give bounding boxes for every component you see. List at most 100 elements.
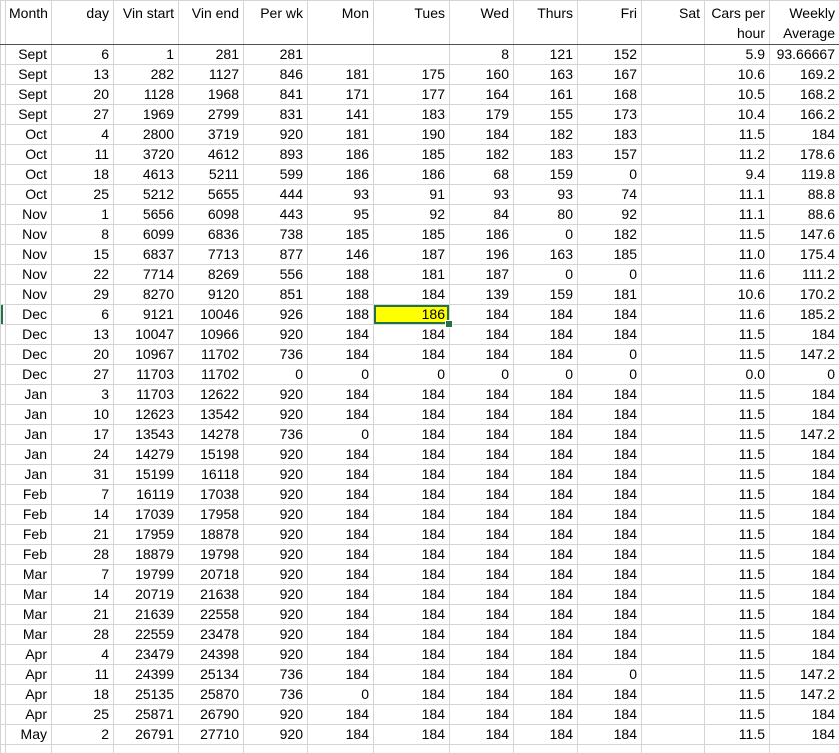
cell[interactable]: 184 xyxy=(450,305,514,325)
cell[interactable]: Jan xyxy=(6,385,52,405)
cell[interactable]: 184 xyxy=(514,685,578,705)
cell[interactable]: 27 xyxy=(52,105,114,125)
cell[interactable] xyxy=(642,725,705,745)
cell[interactable]: 184 xyxy=(514,485,578,505)
cell[interactable]: 74 xyxy=(578,185,642,205)
cell[interactable]: 920 xyxy=(244,585,308,605)
cell[interactable]: 25 xyxy=(52,705,114,725)
cell[interactable]: 184 xyxy=(770,525,839,545)
cell[interactable]: 11.0 xyxy=(705,245,770,265)
cell[interactable]: 167 xyxy=(578,65,642,85)
cell[interactable]: 184 xyxy=(308,705,374,725)
cell[interactable]: 184 xyxy=(770,465,839,485)
cell[interactable]: 282 xyxy=(114,65,179,85)
cell[interactable]: 17959 xyxy=(114,525,179,545)
cell[interactable]: 11702 xyxy=(179,365,244,385)
cell[interactable]: 184 xyxy=(578,605,642,625)
cell[interactable]: 29 xyxy=(52,285,114,305)
cell[interactable]: 181 xyxy=(308,125,374,145)
column-header-sat[interactable]: Sat xyxy=(642,1,705,45)
column-header-fri[interactable]: Fri xyxy=(578,1,642,45)
cell[interactable]: 13543 xyxy=(114,425,179,445)
cell[interactable]: 21 xyxy=(52,525,114,545)
cell[interactable] xyxy=(642,305,705,325)
cell[interactable]: 444 xyxy=(244,185,308,205)
cell[interactable]: 0 xyxy=(308,425,374,445)
cell[interactable]: 111.2 xyxy=(770,265,839,285)
cell[interactable]: 184 xyxy=(578,445,642,465)
cell[interactable]: 20 xyxy=(52,345,114,365)
cell[interactable]: 738 xyxy=(244,225,308,245)
cell[interactable]: 0 xyxy=(514,265,578,285)
cell[interactable]: 184 xyxy=(514,425,578,445)
cell[interactable]: 8 xyxy=(450,45,514,65)
cell[interactable]: 443 xyxy=(244,205,308,225)
column-header-wed[interactable]: Wed xyxy=(450,1,514,45)
cell[interactable]: Sept xyxy=(6,105,52,125)
cell[interactable]: 0 xyxy=(578,265,642,285)
cell[interactable]: 11.5 xyxy=(705,465,770,485)
cell[interactable]: 173 xyxy=(578,105,642,125)
cell[interactable] xyxy=(642,265,705,285)
cell[interactable]: 920 xyxy=(244,605,308,625)
cell[interactable] xyxy=(642,385,705,405)
cell[interactable]: 920 xyxy=(244,705,308,725)
cell[interactable]: 22559 xyxy=(114,625,179,645)
cell[interactable]: 175.4 xyxy=(770,245,839,265)
cell[interactable]: 184 xyxy=(374,685,450,705)
cell[interactable]: 184 xyxy=(514,645,578,665)
cell[interactable]: 18878 xyxy=(179,525,244,545)
cell[interactable]: 31 xyxy=(52,465,114,485)
cell[interactable]: 184 xyxy=(308,345,374,365)
cell[interactable]: Dec xyxy=(6,325,52,345)
cell[interactable] xyxy=(642,525,705,545)
cell[interactable]: 920 xyxy=(244,625,308,645)
cell[interactable]: 11.5 xyxy=(705,505,770,525)
cell[interactable]: 186 xyxy=(374,165,450,185)
cell[interactable] xyxy=(642,605,705,625)
cell[interactable]: 4 xyxy=(52,645,114,665)
cell[interactable]: 185.2 xyxy=(770,305,839,325)
cell[interactable]: 24399 xyxy=(114,665,179,685)
cell[interactable]: 185 xyxy=(578,245,642,265)
cell[interactable]: Sept xyxy=(6,65,52,85)
cell[interactable]: 920 xyxy=(244,645,308,665)
cell[interactable]: 10 xyxy=(52,405,114,425)
cell[interactable]: 184 xyxy=(374,285,450,305)
cell[interactable]: 95 xyxy=(308,205,374,225)
cell[interactable]: 4613 xyxy=(114,165,179,185)
cell[interactable]: 2799 xyxy=(179,105,244,125)
cell[interactable]: 1128 xyxy=(114,85,179,105)
cell[interactable]: 7714 xyxy=(114,265,179,285)
cell[interactable]: 184 xyxy=(578,305,642,325)
column-header-vin-end[interactable]: Vin end xyxy=(179,1,244,45)
cell[interactable]: 84 xyxy=(450,205,514,225)
cell[interactable]: 11.6 xyxy=(705,305,770,325)
cell[interactable]: 11.5 xyxy=(705,605,770,625)
cell[interactable]: 11.5 xyxy=(705,405,770,425)
cell[interactable]: 11.1 xyxy=(705,205,770,225)
cell[interactable]: 147.2 xyxy=(770,345,839,365)
cell[interactable]: 184 xyxy=(770,485,839,505)
cell[interactable]: 11.5 xyxy=(705,725,770,745)
cell[interactable]: Oct xyxy=(6,185,52,205)
cell[interactable]: 93.66667 xyxy=(770,45,839,65)
cell[interactable]: 920 xyxy=(244,565,308,585)
cell[interactable]: 184 xyxy=(374,565,450,585)
cell[interactable]: 184 xyxy=(578,565,642,585)
cell[interactable]: 926 xyxy=(244,305,308,325)
cell[interactable]: 184 xyxy=(374,405,450,425)
cell[interactable]: 1969 xyxy=(114,105,179,125)
cell[interactable]: 2800 xyxy=(114,125,179,145)
cell[interactable]: 184 xyxy=(450,485,514,505)
cell[interactable]: 17 xyxy=(52,425,114,445)
cell[interactable]: 169.2 xyxy=(770,65,839,85)
cell[interactable] xyxy=(642,465,705,485)
cell[interactable]: 184 xyxy=(374,385,450,405)
cell[interactable] xyxy=(705,745,770,753)
cell[interactable]: 16119 xyxy=(114,485,179,505)
cell[interactable]: 920 xyxy=(244,725,308,745)
cell[interactable]: 119.8 xyxy=(770,165,839,185)
cell[interactable]: 22558 xyxy=(179,605,244,625)
cell[interactable]: 11.5 xyxy=(705,625,770,645)
